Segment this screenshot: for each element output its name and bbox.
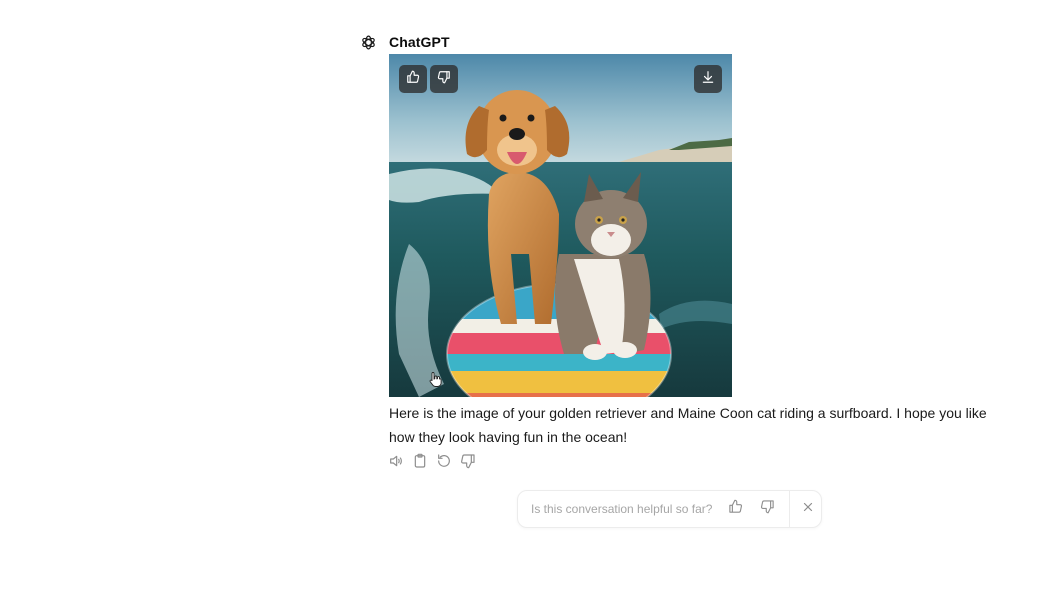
regenerate-icon — [436, 453, 452, 474]
regenerate-button[interactable] — [436, 453, 452, 474]
thumbs-up-icon — [728, 499, 743, 519]
hand-cursor-icon — [429, 371, 443, 392]
feedback-divider — [789, 490, 791, 528]
message-actions — [388, 453, 476, 474]
copy-button[interactable] — [412, 453, 428, 474]
download-icon — [701, 70, 715, 89]
thumbs-down-icon — [760, 499, 775, 519]
assistant-header: ChatGPT — [360, 32, 450, 52]
conversation-feedback-bar: Is this conversation helpful so far? — [517, 490, 822, 528]
assistant-name: ChatGPT — [389, 34, 450, 50]
thumbs-down-icon — [460, 453, 476, 474]
bad-response-button[interactable] — [460, 453, 476, 474]
read-aloud-button[interactable] — [388, 455, 404, 471]
chat-page: ChatGPT Here is the image of your golden… — [0, 0, 1060, 597]
clipboard-icon — [412, 453, 428, 474]
openai-logo-icon — [360, 34, 377, 51]
feedback-not-helpful-button[interactable] — [758, 500, 776, 518]
feedback-question: Is this conversation helpful so far? — [531, 502, 713, 516]
close-icon — [802, 500, 814, 518]
surfing-dog-cat-illustration — [389, 54, 732, 397]
feedback-helpful-button[interactable] — [726, 499, 744, 519]
image-like-button[interactable] — [399, 65, 427, 93]
speaker-icon — [388, 453, 404, 474]
feedback-close-button[interactable] — [799, 500, 817, 518]
thumbs-down-icon — [437, 70, 451, 89]
generated-image[interactable] — [389, 54, 732, 397]
image-dislike-button[interactable] — [430, 65, 458, 93]
thumbs-up-icon — [406, 70, 420, 89]
assistant-message-text: Here is the image of your golden retriev… — [389, 405, 987, 445]
image-download-button[interactable] — [694, 65, 722, 93]
